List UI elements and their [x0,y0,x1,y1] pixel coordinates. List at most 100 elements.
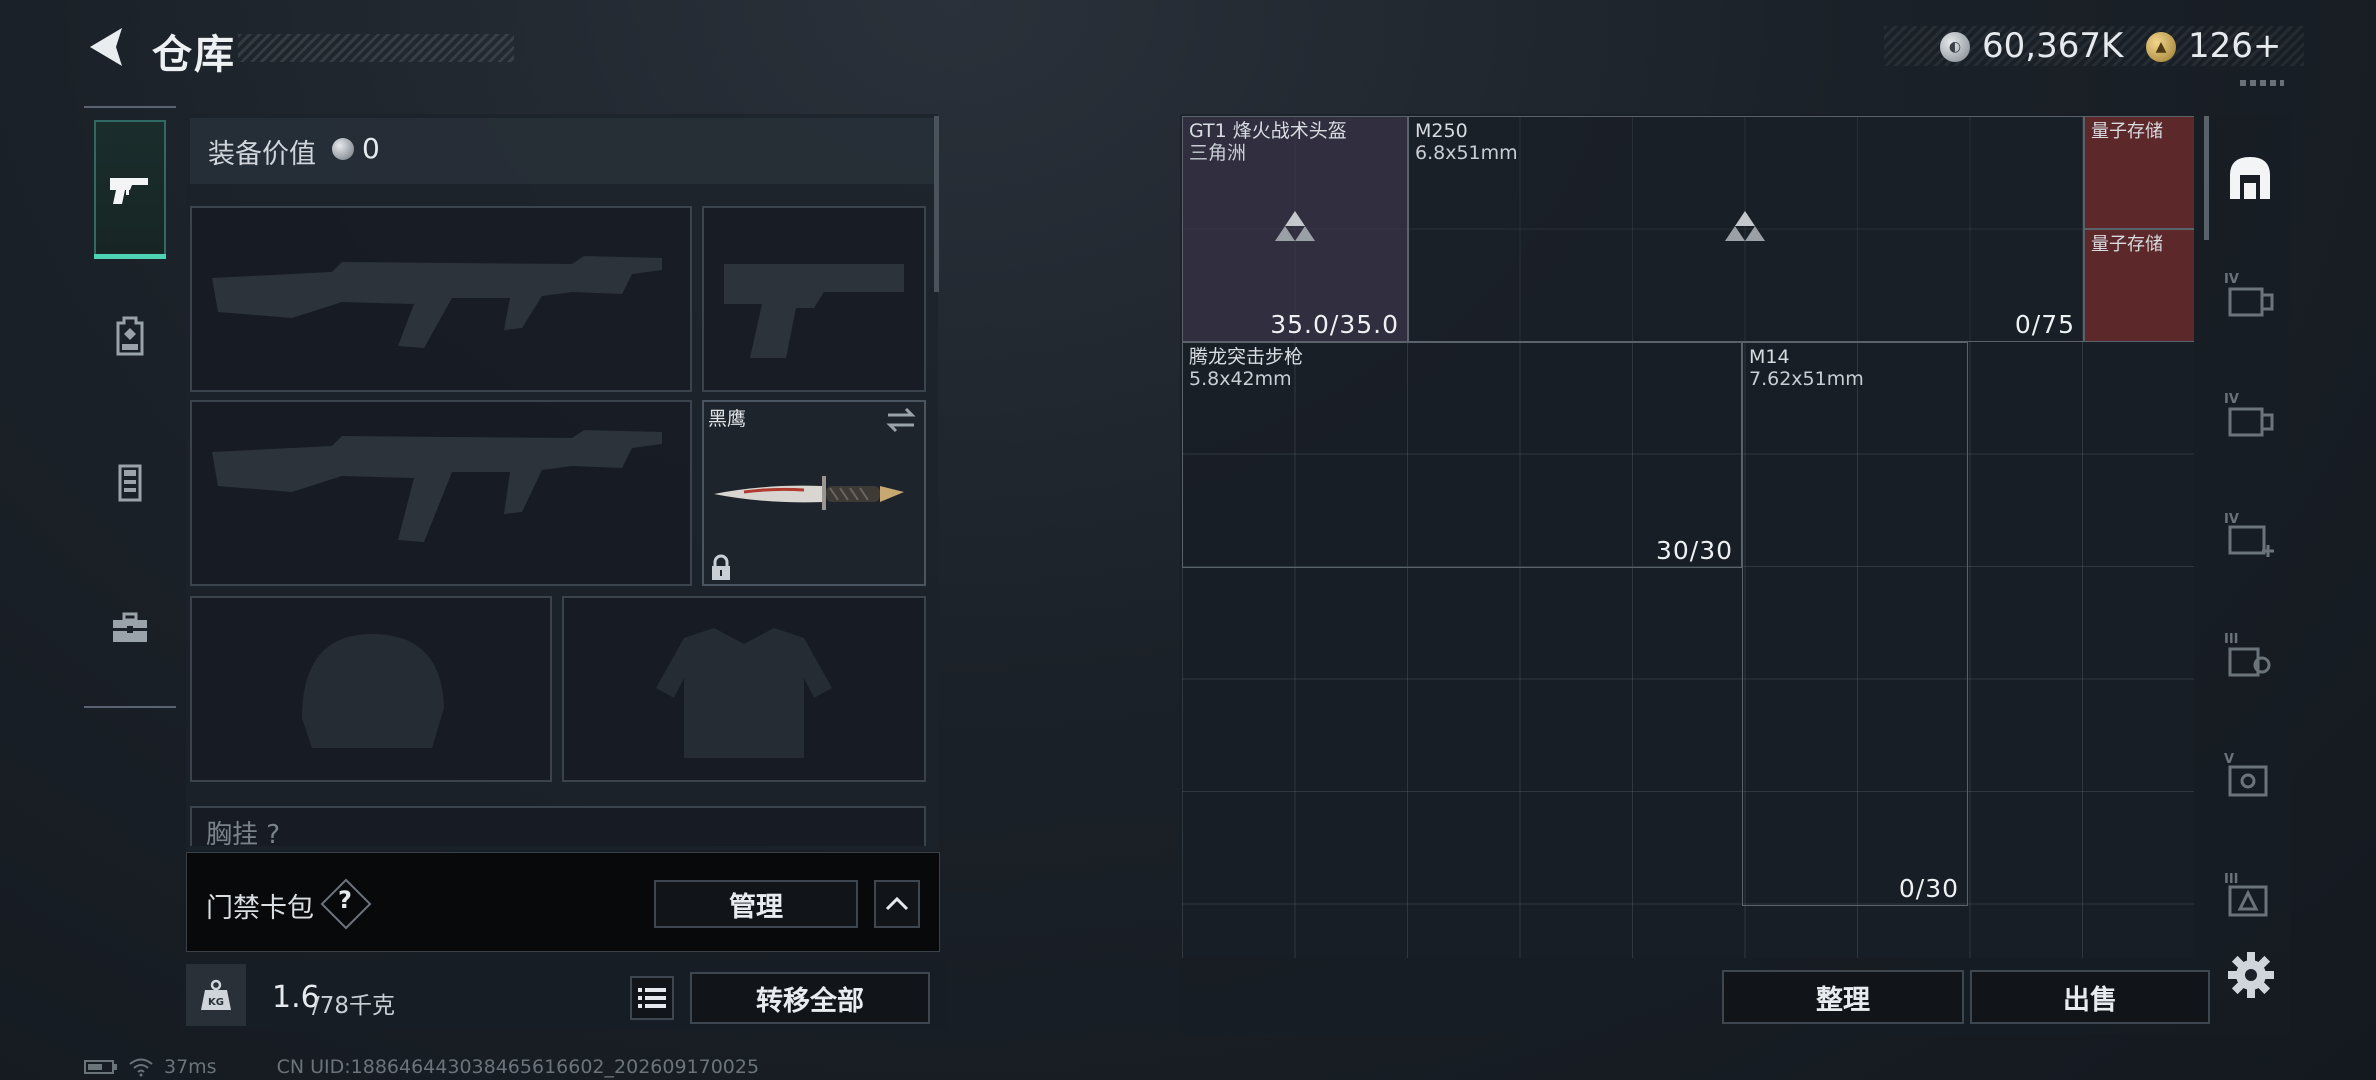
chest-rig-icon [118,464,142,502]
item-name: GT1 烽火战术头盔 [1189,120,1347,142]
storage-grid: GT1 烽火战术头盔 三角洲 35.0/35.0 M250 6.8x51mm 0… [1182,116,2194,958]
category-pack-v[interactable]: V [2222,746,2278,802]
delta-logo-icon [1725,211,1765,241]
item-subtitle: 6.8x51mm [1415,142,1518,164]
item-name: M14 [1749,346,1790,368]
sell-button[interactable]: 出售 [1970,970,2210,1024]
storage-item-quantum-1[interactable]: 量子存储 [2084,116,2194,229]
status-bar: 37ms CN UID:18864644303846561660​2_20260… [84,1056,759,1078]
pack-v-icon: V [2224,752,2268,797]
helmet-slot[interactable] [190,596,552,782]
item-subtitle: 7.62x51mm [1749,368,1864,390]
svg-text:KG: KG [208,997,224,1008]
rig-iii-icon: III [2224,632,2271,677]
svg-text:V: V [2224,752,2234,767]
equipment-value-label: 装备价值 [208,139,316,170]
category-pack-iii[interactable]: III [2222,866,2278,922]
gold-coin-amount[interactable]: 126+ [2188,26,2281,66]
armor-iv-icon: IV [2224,392,2274,437]
scrollbar[interactable] [934,116,939,292]
helmet-silhouette-icon [302,634,444,748]
sort-button[interactable]: 整理 [1722,970,1964,1024]
storage-item-ammo-m250[interactable]: M250 6.8x51mm 0/75 [1408,116,2084,342]
equipment-value: 0 [362,132,380,165]
gear-icon[interactable] [2226,950,2276,1000]
armor-silhouette-icon [656,628,832,758]
sidearm-slot[interactable] [702,206,926,392]
lock-icon [712,554,730,580]
tab-active-indicator [94,254,166,259]
item-name: 腾龙突击步枪 [1189,346,1304,368]
tab-backpack[interactable] [94,268,166,404]
gold-coin-icon: ▲ [2146,32,2176,62]
item-name: 量子存储 [2091,121,2163,142]
secondary-weapon-slot[interactable] [190,400,692,586]
warehouse-icon [2230,157,2270,199]
pack-iii-icon: III [2224,872,2268,917]
storage-item-ammo-tenglong[interactable]: 腾龙突击步枪 5.8x42mm 30/30 [1182,342,1742,568]
battery-icon [84,1060,117,1074]
list-icon [638,988,666,1008]
category-rig-iii[interactable]: III [2222,626,2278,682]
tab-weapons[interactable] [94,120,166,256]
silver-coin-amount: 60,367K [1982,26,2124,66]
item-name: 量子存储 [2091,234,2163,255]
swap-icon[interactable] [884,406,918,434]
item-durability: 35.0/35.0 [1270,310,1399,339]
weight-icon: KG [186,964,246,1026]
collapse-button[interactable] [874,880,920,928]
tab-chest-rig[interactable] [94,414,166,550]
manage-button[interactable]: 管理 [654,880,858,928]
storage-item-helmet[interactable]: GT1 烽火战术头盔 三角洲 35.0/35.0 [1182,116,1408,342]
item-count: 30/30 [1655,536,1733,565]
svg-text:IV: IV [2224,392,2239,407]
storage-item-quantum-2[interactable]: 量子存储 [2084,229,2194,342]
coin-icon [332,138,354,160]
item-subtitle: 5.8x42mm [1189,368,1292,390]
tab-case[interactable] [94,560,166,696]
scrollbar[interactable] [2204,116,2209,240]
svg-text:IV: IV [2224,512,2239,527]
tabs-divider [84,706,176,708]
svg-text:IV: IV [2224,272,2239,287]
chest-rig-slot[interactable] [190,806,926,846]
decoration-dots [2240,80,2284,86]
rifle-silhouette-icon [212,256,662,348]
item-count: 0/75 [2014,310,2075,339]
silver-coin-icon: ◐ [1940,32,1970,62]
delta-logo-icon [1275,211,1315,241]
help-icon: ? [338,886,352,914]
storage-item-ammo-m14[interactable]: M14 7.62x51mm 0/30 [1742,342,1968,906]
category-all[interactable] [2222,150,2278,206]
pistol-silhouette-icon [724,264,904,358]
transfer-all-button[interactable]: 转移全部 [690,972,930,1024]
svg-text:III: III [2224,632,2239,647]
svg-text:III: III [2224,872,2239,887]
list-view-button[interactable] [630,976,674,1020]
title-decoration [238,34,514,62]
item-subtitle: 三角洲 [1189,142,1247,164]
category-medical-iv[interactable]: IV [2222,506,2278,562]
item-count: 0/30 [1898,874,1959,903]
melee-name: 黑鹰 [708,408,747,430]
chevron-up-icon [885,896,909,911]
tabs-divider [84,106,176,108]
chest-rig-label: 胸挂 ? [206,820,281,850]
item-name: M250 [1415,120,1468,142]
page-title: 仓库 [152,32,236,78]
armor-iv-icon: IV [2224,272,2274,317]
toolbox-icon [113,612,147,642]
wifi-icon [129,1058,153,1077]
backpack-icon [116,316,144,356]
primary-weapon-slot[interactable] [190,206,692,392]
pistol-icon [110,178,148,204]
back-arrow-icon[interactable] [82,22,132,72]
body-armor-slot[interactable] [562,596,926,782]
medkit-iv-icon: IV [2224,512,2274,557]
category-armor-iv-2[interactable]: IV [2222,386,2278,442]
access-card-label: 门禁卡包 [206,893,314,924]
uid-text: CN UID:18864644303846561660​2_2026091700… [276,1056,760,1078]
category-armor-iv[interactable]: IV [2222,266,2278,322]
weight-max: /78千克 [312,993,396,1019]
ping-text: 37ms [164,1056,217,1078]
